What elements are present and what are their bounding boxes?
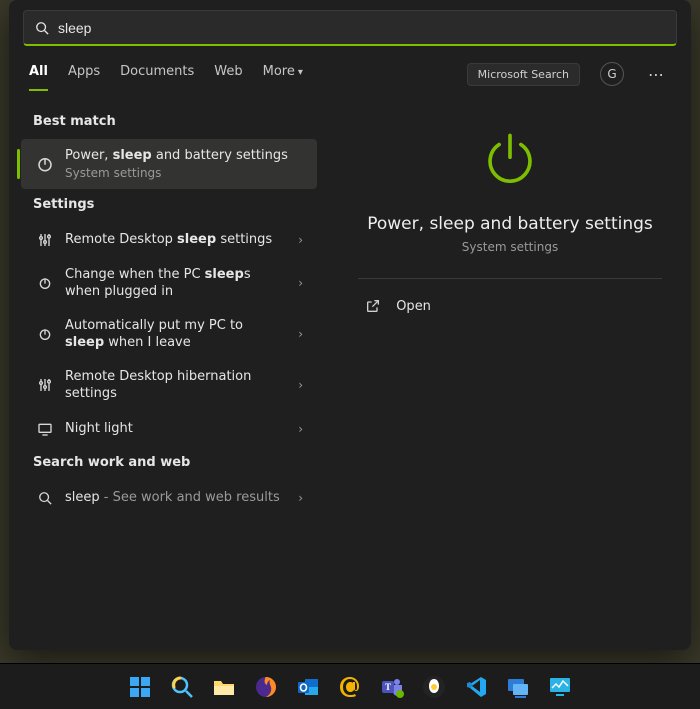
microsoft-search-button[interactable]: Microsoft Search <box>467 63 580 86</box>
open-label: Open <box>396 299 431 314</box>
vscode-button[interactable] <box>462 673 490 701</box>
search-bar-container <box>9 0 691 46</box>
result-web-search[interactable]: sleep - See work and web results › <box>21 480 317 516</box>
file-explorer-button[interactable] <box>210 673 238 701</box>
power-icon <box>35 273 55 293</box>
section-search-work-web: Search work and web <box>15 447 323 480</box>
firefox-button[interactable] <box>252 673 280 701</box>
chevron-right-icon: › <box>294 233 307 247</box>
chevron-right-icon: › <box>294 491 307 505</box>
tab-all[interactable]: All <box>29 64 48 91</box>
tab-more-label: More <box>263 64 295 79</box>
mail-app-button[interactable] <box>336 673 364 701</box>
tab-more[interactable]: More▾ <box>263 64 303 91</box>
result-remote-desktop-hibernation[interactable]: Remote Desktop hibernation settings › <box>21 360 317 411</box>
windows-search-panel: All Apps Documents Web More▾ Microsoft S… <box>9 0 691 650</box>
filter-tabs: All Apps Documents Web More▾ Microsoft S… <box>9 46 691 92</box>
app-egg-button[interactable] <box>420 673 448 701</box>
chevron-right-icon: › <box>294 378 307 392</box>
teams-button[interactable]: T <box>378 673 406 701</box>
power-icon <box>35 154 55 174</box>
results-column: Best match Power, sleep and battery sett… <box>9 92 329 650</box>
power-icon <box>35 324 55 344</box>
tab-documents[interactable]: Documents <box>120 64 194 91</box>
remote-desktop-button[interactable] <box>504 673 532 701</box>
outlook-button[interactable] <box>294 673 322 701</box>
preview-title: Power, sleep and battery settings <box>367 214 653 234</box>
taskbar: T <box>0 663 700 709</box>
sliders-icon <box>35 375 55 395</box>
result-remote-desktop-sleep[interactable]: Remote Desktop sleep settings › <box>21 222 317 258</box>
chevron-down-icon: ▾ <box>298 67 303 78</box>
result-best-match[interactable]: Power, sleep and battery settings System… <box>21 139 317 189</box>
search-input[interactable] <box>50 20 666 36</box>
display-icon <box>35 419 55 439</box>
chevron-right-icon: › <box>294 422 307 436</box>
result-change-sleep-plugged-in[interactable]: Change when the PC sleeps when plugged i… <box>21 258 317 309</box>
section-settings: Settings <box>15 189 323 222</box>
search-bar[interactable] <box>23 10 677 46</box>
result-text: Power, sleep and battery settings System… <box>55 147 307 181</box>
svg-text:T: T <box>385 682 391 692</box>
more-options-button[interactable]: ⋯ <box>644 65 671 90</box>
start-button[interactable] <box>126 673 154 701</box>
system-monitor-button[interactable] <box>546 673 574 701</box>
result-night-light[interactable]: Night light › <box>21 411 317 447</box>
open-external-icon <box>364 297 382 315</box>
search-icon <box>35 488 55 508</box>
section-best-match: Best match <box>15 106 323 139</box>
tab-apps[interactable]: Apps <box>68 64 100 91</box>
preview-subtitle: System settings <box>462 240 558 254</box>
preview-power-icon <box>481 130 539 192</box>
taskbar-search-button[interactable] <box>168 673 196 701</box>
tab-web[interactable]: Web <box>214 64 242 91</box>
user-avatar[interactable]: G <box>600 62 624 86</box>
chevron-right-icon: › <box>294 276 307 290</box>
divider <box>358 278 662 279</box>
open-action[interactable]: Open <box>358 287 662 325</box>
result-auto-sleep-when-leave[interactable]: Automatically put my PC to sleep when I … <box>21 309 317 360</box>
sliders-icon <box>35 230 55 250</box>
search-icon <box>34 20 50 36</box>
chevron-right-icon: › <box>294 327 307 341</box>
preview-pane: Power, sleep and battery settings System… <box>329 92 691 650</box>
